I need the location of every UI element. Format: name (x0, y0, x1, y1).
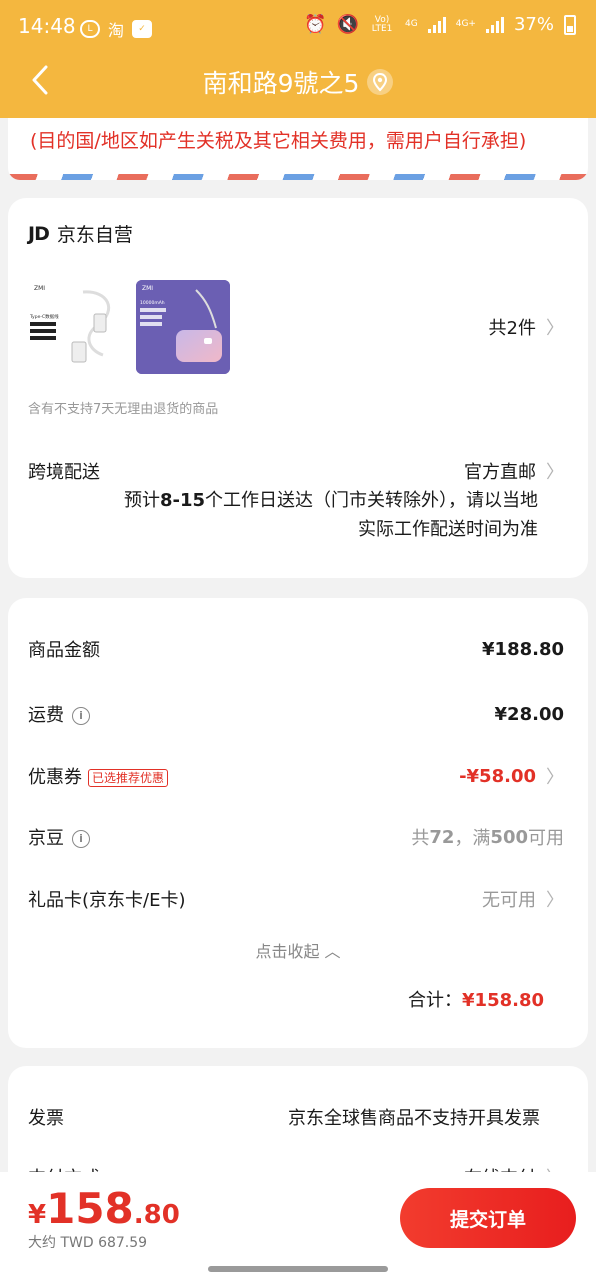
delivery-desc-suffix: 个工作日送达（门市关转除外），请以当地实际工作配送时间为准 (205, 490, 538, 540)
giftcard-label: 礼品卡(京东卡/E卡) (28, 890, 186, 911)
jingdou-threshold: 500 (490, 826, 528, 848)
invoice-value: 京东全球售商品不支持开具发票 (288, 1108, 540, 1129)
product-thumbnail-cable[interactable]: ZMI Type-C数据线 (28, 280, 122, 374)
thumb2-caption: 10000mAh (140, 300, 165, 306)
battery-icon (564, 14, 576, 35)
signal-icon-2 (485, 16, 504, 33)
giftcard-value: 无可用 (482, 890, 536, 911)
delivery-method[interactable]: 官方直邮 〉 (464, 458, 564, 484)
price-currency: ¥ (28, 1200, 47, 1230)
thumb1-brand: ZMI (34, 285, 45, 292)
approx-twd: 大约 TWD 687.59 (28, 1235, 148, 1251)
coupon-row[interactable]: 优惠券 已选推荐优惠 -¥58.00 〉 (28, 761, 564, 791)
jingdou-row: 京豆 i 共 72 ，满 500 可用 (28, 822, 564, 852)
coupon-label: 优惠券 (28, 767, 82, 788)
shop-header: JD 京东自营 (28, 220, 133, 247)
product-thumbnail-powerbank[interactable]: ZMI 10000mAh (136, 280, 230, 374)
shop-name: 京东自营 (56, 224, 133, 246)
location-pin-icon[interactable] (367, 69, 394, 95)
price-summary-card: 商品金额 ¥188.80 运费 i ¥28.00 优惠券 已选推荐优惠 -¥58.0… (8, 598, 588, 1048)
alarm-icon: ⏰ (304, 14, 327, 35)
goods-amount-row: 商品金额 ¥188.80 (28, 634, 564, 664)
delivery-method-text: 官方直邮 (464, 462, 536, 483)
collapse-label: 点击收起 (255, 942, 320, 961)
goods-amount-label: 商品金额 (28, 640, 100, 661)
coupon-value: -¥58.00 (459, 765, 536, 787)
thumb1-caption: Type-C数据线 (29, 313, 59, 320)
item-count-text: 共2件 (488, 318, 536, 339)
goods-amount-value: ¥188.80 (482, 638, 564, 660)
shipping-value: ¥28.00 (494, 703, 564, 725)
status-time: 14:48 (18, 14, 76, 38)
shipping-label: 运费 (28, 705, 64, 726)
jingdou-label: 京豆 (28, 828, 64, 849)
submit-order-button[interactable]: 提交订单 (400, 1188, 576, 1248)
bottom-checkout-bar: ¥158.80 大约 TWD 687.59 提交订单 (0, 1172, 596, 1280)
taobao-icon: 淘 (108, 21, 125, 40)
network-4g-plus-label: 4G+ (455, 19, 476, 29)
top-header-bar: 14:48 L 淘 ✓ ⏰ 🔇 Vo) LTE1 4G 4G+ 37% 南和路9… (0, 0, 596, 118)
thumb2-brand: ZMI (142, 285, 153, 292)
jingdou-suffix: 可用 (528, 828, 564, 849)
collapse-toggle[interactable]: 点击收起 ︿ (8, 938, 588, 962)
checkbox-icon: ✓ (132, 20, 153, 38)
airmail-stripes (8, 174, 588, 180)
jd-logo: JD (28, 222, 50, 245)
total-value: ¥158.80 (462, 990, 544, 1011)
chevron-right-icon: 〉 (546, 462, 564, 483)
address-title[interactable]: 南和路9號之5 (0, 64, 596, 100)
address-text: 南和路9號之5 (202, 69, 360, 98)
signal-icon (427, 16, 446, 33)
info-icon[interactable]: i (72, 707, 90, 725)
invoice-label: 发票 (28, 1108, 64, 1129)
volte-label: Vo) LTE1 (371, 14, 393, 34)
delivery-label: 跨境配送 (28, 462, 100, 483)
chevron-right-icon: 〉 (546, 318, 564, 339)
customs-notice-text: (目的国/地区如产生关税及其它相关费用，需用户自行承担) (30, 130, 527, 152)
payable-price: ¥158.80 (28, 1184, 180, 1233)
delivery-estimate: 预计8-15个工作日送达（门市关转除外），请以当地实际工作配送时间为准 (118, 486, 538, 544)
cable-product-image: ZMI Type-C数据线 (29, 285, 111, 363)
info-icon[interactable]: i (72, 830, 90, 848)
battery-percent: 37% (513, 14, 554, 35)
mute-icon: 🔇 (336, 14, 360, 35)
network-4g-label: 4G (405, 19, 418, 29)
delivery-desc-prefix: 预计 (123, 490, 160, 511)
chevron-right-icon: 〉 (546, 767, 564, 788)
customs-notice: (目的国/地区如产生关税及其它相关费用，需用户自行承担) (8, 118, 588, 180)
giftcard-row[interactable]: 礼品卡(京东卡/E卡) 无可用〉 (28, 884, 564, 914)
powerbank-product-image: ZMI 10000mAh (136, 280, 230, 374)
total-label: 合计： (408, 990, 463, 1011)
delivery-days: 8-15 (159, 490, 205, 511)
jingdou-prefix: 共 (411, 828, 430, 849)
coupon-badge: 已选推荐优惠 (88, 769, 169, 787)
no-return-notice: 含有不支持7天无理由退货的商品 (28, 402, 219, 417)
chevron-up-icon: ︿ (324, 942, 341, 961)
total-row: 合计：¥158.80 (408, 986, 544, 1012)
price-decimal: .80 (133, 1200, 180, 1230)
item-count[interactable]: 共2件 〉 (489, 314, 564, 340)
order-items-card: JD 京东自营 ZMI Type-C数据线 ZMI 10000mAh 共2件 〉… (8, 198, 588, 578)
jingdou-mid: ，满 (454, 828, 491, 849)
chevron-right-icon: 〉 (546, 890, 564, 911)
shipping-row: 运费 i ¥28.00 (28, 699, 564, 729)
home-indicator[interactable] (208, 1266, 388, 1272)
price-integer: 158 (46, 1184, 134, 1233)
status-app-icons: L 淘 ✓ (80, 17, 153, 41)
line-icon: L (80, 20, 100, 38)
status-bar: 14:48 L 淘 ✓ ⏰ 🔇 Vo) LTE1 4G 4G+ 37% (0, 0, 596, 54)
jingdou-count: 72 (429, 826, 455, 848)
jingdou-value: 共 72 ，满 500 可用 (411, 824, 564, 850)
status-right-group: ⏰ 🔇 Vo) LTE1 4G 4G+ 37% (304, 14, 576, 35)
